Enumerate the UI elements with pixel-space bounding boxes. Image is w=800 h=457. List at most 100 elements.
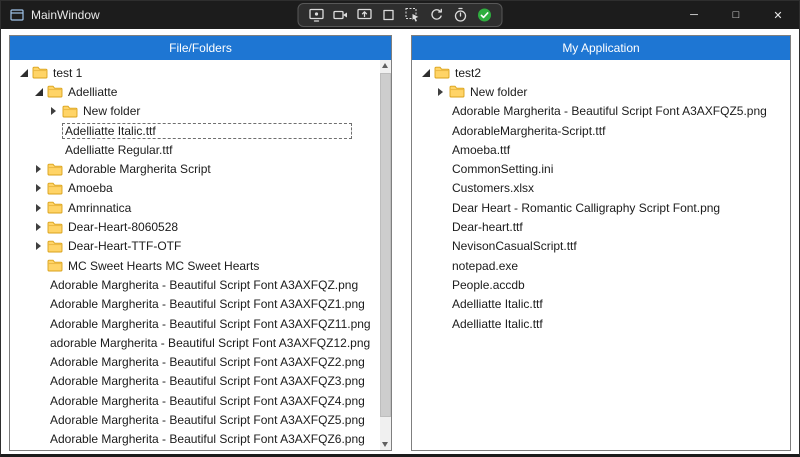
tree-item-file[interactable]: notepad.exe xyxy=(412,256,790,275)
expander-spacer xyxy=(435,240,449,252)
tree-item-file[interactable]: Dear-heart.ttf xyxy=(412,217,790,236)
region-select-icon[interactable] xyxy=(402,5,423,25)
expander-closed-icon[interactable] xyxy=(33,240,47,252)
tree-item-folder[interactable]: test 1 xyxy=(10,63,380,82)
tree-item-file[interactable]: Dear Heart - Romantic Calligraphy Script… xyxy=(412,198,790,217)
tree-item-folder[interactable]: Amrinnatica xyxy=(10,198,380,217)
tree-item-label: Adorable Margherita - Beautiful Script F… xyxy=(47,277,361,293)
tree-item-file[interactable]: Adorable Margherita - Beautiful Script F… xyxy=(412,102,790,121)
tree-item-label: Adelliatte Regular.ttf xyxy=(62,142,175,158)
tree-item-label: Adelliatte xyxy=(65,84,120,100)
expander-spacer xyxy=(33,298,47,310)
tree-item-label: test 1 xyxy=(50,65,85,81)
minimize-button[interactable]: ─ xyxy=(673,1,715,29)
capture-toolbar xyxy=(298,3,503,27)
tree-item-file[interactable]: AdorableMargherita-Script.ttf xyxy=(412,121,790,140)
done-check-icon[interactable] xyxy=(474,5,495,25)
tree-item-file[interactable]: Adorable Margherita - Beautiful Script F… xyxy=(10,430,380,449)
tree-item-file[interactable]: NevisonCasualScript.ttf xyxy=(412,237,790,256)
expander-spacer xyxy=(435,318,449,330)
tree-item-file[interactable]: Customers.xlsx xyxy=(412,179,790,198)
expander-spacer xyxy=(48,125,62,137)
tree-item-label: Adorable Margherita - Beautiful Script F… xyxy=(47,393,368,409)
scrollbar-thumb[interactable] xyxy=(380,73,391,417)
tree-item-label: New folder xyxy=(467,84,530,100)
folder-icon xyxy=(449,85,467,98)
tree-item-file[interactable]: Adorable Margherita - Beautiful Script F… xyxy=(10,314,380,333)
tree-item-label: Amoeba.ttf xyxy=(449,142,513,158)
tree-item-label: Customers.xlsx xyxy=(449,180,537,196)
tree-item-file[interactable]: Adorable Margherita - Beautiful Script F… xyxy=(10,410,380,429)
tree-item-folder[interactable]: New folder xyxy=(10,102,380,121)
tree-item-file[interactable]: Adelliatte Regular.ttf xyxy=(10,140,380,159)
expander-spacer xyxy=(435,260,449,272)
tree-item-label: adorable Margherita - Beautiful Script F… xyxy=(47,335,373,351)
tree-item-folder[interactable]: MC Sweet Hearts MC Sweet Hearts xyxy=(10,256,380,275)
expander-open-icon[interactable] xyxy=(18,67,32,79)
folder-icon xyxy=(47,163,65,176)
maximize-button[interactable]: □ xyxy=(715,1,757,29)
tree-item-folder[interactable]: Amoeba xyxy=(10,179,380,198)
tree-item-label: Dear-Heart-TTF-OTF xyxy=(65,238,184,254)
tree-item-file[interactable]: CommonSetting.ini xyxy=(412,159,790,178)
screen-record-icon[interactable] xyxy=(306,5,327,25)
tree-item-label: Dear Heart - Romantic Calligraphy Script… xyxy=(449,200,723,216)
folder-icon xyxy=(47,259,65,272)
expander-spacer xyxy=(435,182,449,194)
tree-item-file[interactable]: Adelliatte Italic.ttf xyxy=(412,295,790,314)
expander-closed-icon[interactable] xyxy=(33,163,47,175)
folder-icon xyxy=(434,66,452,79)
window-controls: ─ □ ✕ xyxy=(673,1,799,29)
expander-spacer xyxy=(435,202,449,214)
expander-closed-icon[interactable] xyxy=(435,86,449,98)
tree-item-file[interactable]: Adorable Margherita - Beautiful Script F… xyxy=(10,391,380,410)
tree-item-file[interactable]: Amoeba.ttf xyxy=(412,140,790,159)
stop-icon[interactable] xyxy=(378,5,399,25)
expander-spacer xyxy=(33,337,47,349)
tree-item-file[interactable]: Adorable Margherita - Beautiful Script F… xyxy=(10,449,380,450)
scroll-up-button[interactable] xyxy=(380,60,391,71)
tree-item-folder[interactable]: test2 xyxy=(412,63,790,82)
vertical-scrollbar[interactable] xyxy=(380,60,391,450)
video-camera-icon[interactable] xyxy=(330,5,351,25)
folder-icon xyxy=(62,105,80,118)
tree-item-folder[interactable]: New folder xyxy=(412,82,790,101)
scroll-down-button[interactable] xyxy=(380,439,391,450)
expander-closed-icon[interactable] xyxy=(48,105,62,117)
window-title: MainWindow xyxy=(31,8,100,22)
timer-icon[interactable] xyxy=(450,5,471,25)
expander-open-icon[interactable] xyxy=(420,67,434,79)
expander-closed-icon[interactable] xyxy=(33,202,47,214)
expander-spacer xyxy=(33,414,47,426)
folder-icon xyxy=(47,221,65,234)
tree-item-file[interactable]: adorable Margherita - Beautiful Script F… xyxy=(10,333,380,352)
refresh-icon[interactable] xyxy=(426,5,447,25)
tree-item-folder[interactable]: Dear-Heart-TTF-OTF xyxy=(10,237,380,256)
my-application-tree: test2 New folder Adorable Margherita - Be… xyxy=(412,60,790,450)
close-button[interactable]: ✕ xyxy=(757,1,799,29)
my-application-panel: My Application test2 New folderAdorable … xyxy=(411,35,791,451)
tree-item-file[interactable]: Adorable Margherita - Beautiful Script F… xyxy=(10,372,380,391)
tree-item-label: Amrinnatica xyxy=(65,200,134,216)
tree-item-folder[interactable]: Adelliatte xyxy=(10,82,380,101)
display-share-icon[interactable] xyxy=(354,5,375,25)
tree-item-label: Dear-heart.ttf xyxy=(449,219,526,235)
tree-item-label: CommonSetting.ini xyxy=(449,161,556,177)
tree-item-file[interactable]: Adorable Margherita - Beautiful Script F… xyxy=(10,352,380,371)
tree-item-folder[interactable]: Adorable Margherita Script xyxy=(10,159,380,178)
expander-closed-icon[interactable] xyxy=(33,182,47,194)
tree-item-label: Adorable Margherita - Beautiful Script F… xyxy=(47,354,368,370)
expander-closed-icon[interactable] xyxy=(33,221,47,233)
tree-item-file[interactable]: Adelliatte Italic.ttf xyxy=(412,314,790,333)
tree-item-file[interactable]: Adorable Margherita - Beautiful Script F… xyxy=(10,275,380,294)
expander-spacer xyxy=(435,105,449,117)
tree-item-file[interactable]: Adelliatte Italic.ttf xyxy=(10,121,380,140)
tree-item-label: MC Sweet Hearts MC Sweet Hearts xyxy=(65,258,262,274)
tree-item-file[interactable]: People.accdb xyxy=(412,275,790,294)
folder-icon xyxy=(32,66,50,79)
tree-item-file[interactable]: Adorable Margherita - Beautiful Script F… xyxy=(10,295,380,314)
tree-item-label: NevisonCasualScript.ttf xyxy=(449,238,580,254)
expander-spacer xyxy=(33,375,47,387)
tree-item-folder[interactable]: Dear-Heart-8060528 xyxy=(10,217,380,236)
expander-open-icon[interactable] xyxy=(33,86,47,98)
